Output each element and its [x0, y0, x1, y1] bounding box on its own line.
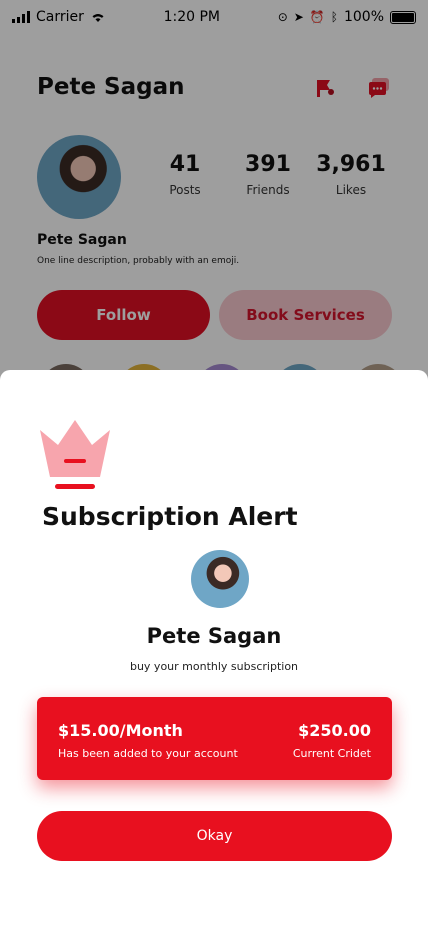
subscription-sheet: Subscription Alert Pete Sagan buy your m…	[0, 370, 428, 926]
okay-button[interactable]: Okay	[37, 811, 392, 861]
sheet-subtitle: buy your monthly subscription	[129, 660, 299, 673]
credit-amount: $250.00	[298, 721, 371, 740]
price-amount: $15.00/Month	[58, 721, 183, 740]
sheet-name: Pete Sagan	[146, 624, 282, 648]
sheet-avatar	[191, 550, 249, 608]
price-note: Has been added to your account	[58, 747, 238, 760]
crown-icon	[40, 420, 110, 489]
credit-label: Current Cridet	[292, 747, 371, 760]
sheet-title: Subscription Alert	[42, 502, 298, 531]
price-card: $15.00/Month Has been added to your acco…	[37, 697, 392, 780]
